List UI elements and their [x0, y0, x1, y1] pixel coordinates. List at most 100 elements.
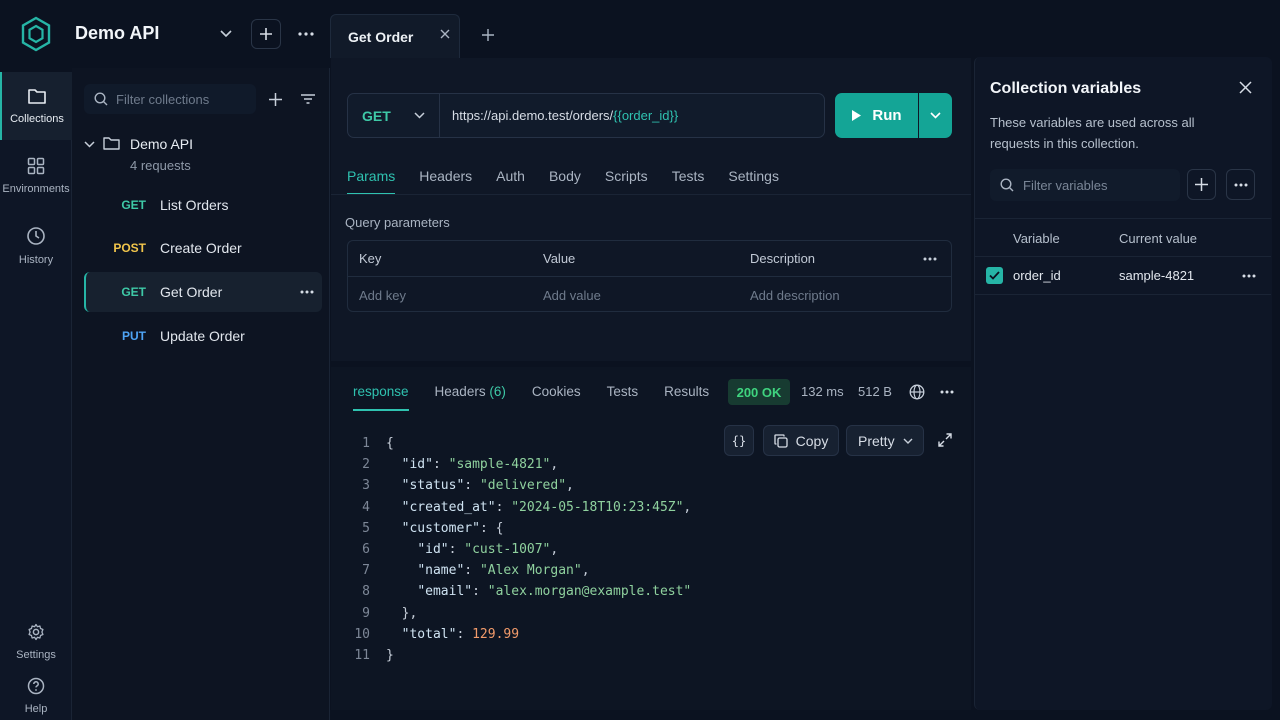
add-description-input[interactable]: Add description [750, 288, 840, 303]
code-line: 8 "email": "alex.morgan@example.test" [340, 581, 691, 602]
workspace-name[interactable]: Demo API [75, 23, 159, 44]
collection-count: 4 requests [130, 158, 191, 173]
request-name: Update Order [160, 328, 245, 344]
tab-results[interactable]: Results [664, 384, 709, 411]
table-more-icon[interactable] [923, 257, 937, 261]
url-prefix: https://api.demo.test/orders/ [452, 108, 614, 123]
copy-button[interactable]: Copy [763, 425, 839, 456]
variable-enabled-checkbox[interactable] [986, 267, 1003, 284]
add-collection-button[interactable] [260, 84, 290, 114]
tab-tests[interactable]: Tests [672, 168, 705, 195]
method-badge: GET [121, 285, 146, 299]
filter-collections-input[interactable]: Filter collections [84, 84, 256, 114]
tab-response[interactable]: response [353, 384, 409, 411]
code-text: "created_at": "2024-05-18T10:23:45Z", [386, 497, 692, 518]
code-token: "alex.morgan@example.test" [487, 584, 692, 600]
code-line: 2 "id": "sample-4821", [340, 454, 691, 475]
activity-label: Collections [10, 113, 64, 125]
collection-demo-api[interactable]: Demo API 4 requests [84, 134, 324, 180]
activity-history[interactable]: History [0, 212, 72, 280]
tab-auth[interactable]: Auth [496, 168, 525, 195]
format-json-button[interactable]: {} [724, 425, 754, 456]
method-badge: POST [113, 241, 146, 255]
variable-name[interactable]: order_id [1013, 268, 1061, 283]
tab-body[interactable]: Body [549, 168, 581, 195]
request-more-icon[interactable] [300, 290, 314, 294]
new-item-button[interactable] [251, 19, 281, 49]
chevron-down-icon [903, 438, 913, 444]
add-value-input[interactable]: Add value [543, 288, 601, 303]
code-token: "cust-1007" [464, 541, 551, 557]
line-number: 3 [362, 478, 370, 494]
activity-collections[interactable]: Collections [0, 72, 72, 140]
tab-response-tests[interactable]: Tests [607, 384, 639, 411]
code-text: "name": "Alex Morgan", [386, 560, 589, 581]
activity-label: History [18, 254, 54, 266]
line-number: 5 [362, 520, 370, 536]
request-update-order[interactable]: PUT Update Order [84, 316, 322, 356]
globe-icon[interactable] [909, 384, 925, 400]
tab-settings[interactable]: Settings [728, 168, 779, 195]
line-number: 6 [362, 541, 370, 557]
expand-icon[interactable] [938, 433, 952, 447]
close-icon[interactable] [1239, 81, 1252, 94]
activity-environments[interactable]: Environments [0, 142, 72, 210]
add-key-input[interactable]: Add key [359, 288, 406, 303]
url-input[interactable]: https://api.demo.test/orders/{{order_id}… [440, 108, 678, 123]
workspace-more-icon[interactable] [291, 19, 321, 49]
request-get-order[interactable]: GET Get Order [84, 272, 322, 312]
grid-icon [27, 157, 45, 175]
add-variable-button[interactable] [1187, 169, 1216, 200]
code-token: "sample-4821" [448, 457, 551, 473]
tab-get-order[interactable]: Get Order [330, 14, 460, 58]
tab-scripts[interactable]: Scripts [605, 168, 648, 195]
filter-variables-input[interactable]: Filter variables [990, 169, 1180, 201]
tab-headers[interactable]: Headers [419, 168, 472, 195]
run-button[interactable]: Run [835, 93, 918, 138]
response-more-icon[interactable] [940, 390, 954, 394]
collection-name: Demo API [130, 136, 194, 152]
workspace-dropdown-icon[interactable] [211, 19, 241, 49]
variables-more-button[interactable] [1226, 169, 1255, 200]
column-current-value: Current value [1119, 231, 1198, 246]
tab-params[interactable]: Params [347, 168, 396, 195]
copy-label: Copy [795, 432, 829, 449]
code-token: "name" [417, 563, 465, 579]
run-options-button[interactable] [919, 93, 952, 138]
request-list-orders[interactable]: GET List Orders [84, 185, 322, 225]
divider [331, 194, 971, 195]
app-logo-icon [20, 16, 52, 52]
method-select[interactable]: GET [348, 94, 440, 137]
method-badge: PUT [122, 329, 146, 343]
sort-icon[interactable] [293, 84, 323, 114]
activity-settings[interactable]: Settings [0, 612, 72, 672]
view-mode-select[interactable]: Pretty [846, 425, 924, 456]
new-tab-icon[interactable] [473, 20, 503, 50]
chevron-down-icon[interactable] [84, 141, 95, 148]
activity-help[interactable]: Help [0, 666, 72, 720]
variable-value[interactable]: sample-4821 [1119, 268, 1194, 283]
close-tab-icon[interactable] [440, 29, 450, 39]
code-text: "status": "delivered", [386, 475, 574, 496]
code-token: : [448, 541, 465, 557]
code-token: , [550, 541, 559, 557]
row-more-icon[interactable] [1242, 274, 1256, 278]
tab-response-headers[interactable]: Headers (6) [435, 384, 506, 411]
code-token: "email" [417, 584, 473, 600]
code-token: : [456, 626, 473, 642]
response-size: 512 B [858, 384, 892, 399]
code-token: , [683, 499, 692, 515]
url-variable: {{order_id}} [613, 108, 679, 123]
code-text: "customer": { [386, 518, 504, 539]
tab-label: Headers [434, 384, 486, 399]
request-create-order[interactable]: POST Create Order [84, 228, 322, 268]
query-params-label: Query parameters [345, 215, 450, 230]
tab-cookies[interactable]: Cookies [532, 384, 581, 411]
code-token: }, [386, 605, 418, 621]
code-line: 7 "name": "Alex Morgan", [340, 560, 691, 581]
code-line: 9 }, [340, 603, 691, 624]
code-token: : [495, 499, 512, 515]
